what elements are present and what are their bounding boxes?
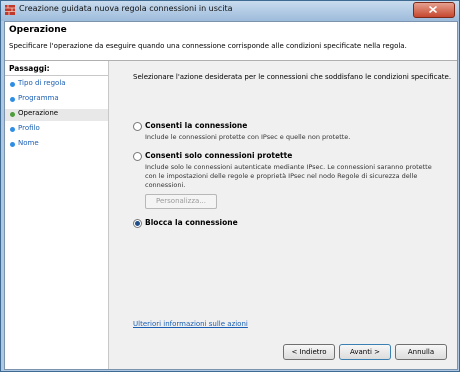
steps-divider: [5, 75, 108, 76]
close-button[interactable]: [413, 2, 455, 18]
firewall-app-icon: [5, 5, 15, 15]
step-bullet-icon: [10, 97, 15, 102]
radio-selected-dot-icon: [135, 221, 140, 226]
step-programma[interactable]: Programma: [5, 94, 108, 106]
next-button[interactable]: Avanti >: [339, 344, 391, 360]
customize-button[interactable]: Personalizza...: [145, 194, 217, 209]
allow-secure-connection-label[interactable]: Consenti solo connessioni protette: [145, 151, 292, 160]
cancel-button[interactable]: Annulla: [395, 344, 447, 360]
allow-connection-description: Include le connessioni protette con IPse…: [145, 133, 351, 141]
allow-secure-connection-description: Include solo le connessioni autenticate …: [145, 163, 432, 189]
steps-heading: Passaggi:: [9, 64, 50, 73]
allow-connection-label[interactable]: Consenti la connessione: [145, 121, 247, 130]
step-nome[interactable]: Nome: [5, 139, 108, 151]
wizard-main-pane: Selezionare l'azione desiderata per le c…: [109, 61, 457, 369]
step-label: Tipo di regola: [18, 79, 66, 87]
close-icon: [429, 6, 437, 13]
allow-secure-connection-radio[interactable]: [133, 152, 142, 161]
step-bullet-icon: [10, 127, 15, 132]
step-profilo[interactable]: Profilo: [5, 124, 108, 136]
back-button[interactable]: < Indietro: [283, 344, 335, 360]
window-title: Creazione guidata nuova regola connessio…: [19, 4, 233, 13]
step-bullet-icon: [10, 82, 15, 87]
block-connection-radio[interactable]: [133, 219, 142, 228]
title-bar[interactable]: Creazione guidata nuova regola connessio…: [1, 1, 459, 21]
step-tipo-di-regola[interactable]: Tipo di regola: [5, 79, 108, 91]
page-description: Specificare l'operazione da eseguire qua…: [9, 42, 407, 50]
page-title: Operazione: [9, 25, 67, 35]
step-label: Nome: [18, 139, 39, 147]
wizard-window: Creazione guidata nuova regola connessio…: [0, 0, 460, 372]
step-label: Operazione: [18, 109, 59, 117]
step-bullet-icon: [10, 142, 15, 147]
step-label: Profilo: [18, 124, 40, 132]
step-bullet-icon: [10, 112, 15, 117]
wizard-client-area: Operazione Specificare l'operazione da e…: [4, 21, 458, 370]
wizard-header: Operazione Specificare l'operazione da e…: [5, 22, 457, 61]
step-operazione[interactable]: Operazione: [5, 109, 108, 121]
step-label: Programma: [18, 94, 59, 102]
steps-sidebar: Passaggi: Tipo di regola Programma Opera…: [5, 61, 109, 369]
action-intro: Selezionare l'azione desiderata per le c…: [133, 73, 452, 81]
block-connection-label[interactable]: Blocca la connessione: [145, 218, 238, 227]
more-info-link[interactable]: Ulteriori informazioni sulle azioni: [133, 320, 248, 328]
allow-connection-radio[interactable]: [133, 122, 142, 131]
